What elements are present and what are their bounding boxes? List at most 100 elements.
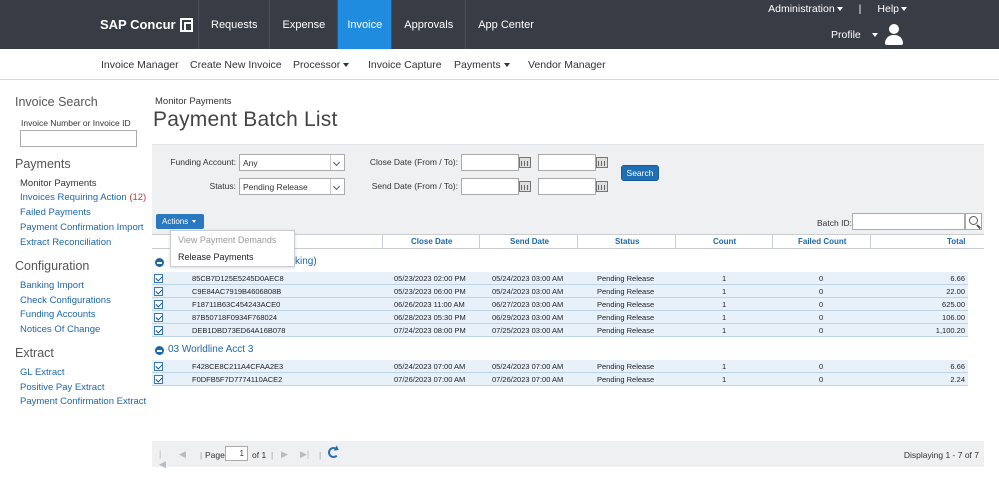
- batch-id-cell[interactable]: C9E84AC7919B4606808B: [192, 287, 281, 296]
- subnav-invoice-manager[interactable]: Invoice Manager: [101, 59, 179, 71]
- calendar-icon[interactable]: [596, 181, 608, 192]
- row-checkbox[interactable]: [154, 313, 163, 322]
- status-cell: Pending Release: [597, 300, 655, 309]
- row-checkbox[interactable]: [154, 287, 163, 296]
- separator: |: [858, 3, 862, 15]
- refresh-icon[interactable]: [328, 447, 339, 458]
- status-select[interactable]: Pending Release: [239, 178, 345, 195]
- table-row[interactable]: 85CB7D125E5245D0AEC8 05/23/2023 02:00 PM…: [152, 272, 968, 285]
- collapse-icon[interactable]: [155, 346, 164, 355]
- close-date-from-input[interactable]: [461, 154, 519, 171]
- sidebar-item-banking-import[interactable]: Banking Import: [20, 280, 84, 291]
- sidebar-item-failed-payments[interactable]: Failed Payments: [20, 207, 91, 218]
- search-button[interactable]: Search: [621, 165, 659, 181]
- subnav-invoice-capture[interactable]: Invoice Capture: [368, 59, 442, 71]
- administration-menu[interactable]: Administration: [768, 3, 843, 15]
- batch-id-cell[interactable]: 87B50718F0934F768024: [192, 313, 277, 322]
- funding-account-select[interactable]: Any: [239, 154, 345, 171]
- logo-text: SAP Concur: [100, 17, 176, 32]
- previous-page-icon[interactable]: ◀: [179, 449, 187, 459]
- table-row[interactable]: F18711B63C454243ACE0 06/26/2023 11:00 AM…: [152, 298, 968, 311]
- status-cell: Pending Release: [597, 375, 655, 384]
- column-count[interactable]: Count: [713, 237, 736, 246]
- tab-requests[interactable]: Requests: [198, 0, 269, 49]
- total-cell: 106.00: [942, 313, 965, 322]
- displaying-count: Displaying 1 - 7 of 7: [903, 450, 979, 460]
- batch-id-cell[interactable]: F428CE8C211A4CFAA2E3: [192, 362, 283, 371]
- tab-expense[interactable]: Expense: [269, 0, 337, 49]
- sidebar-item-extract-reconciliation[interactable]: Extract Reconciliation: [20, 237, 111, 248]
- chevron-down-icon: [330, 155, 344, 170]
- sap-concur-logo[interactable]: SAP Concur: [100, 17, 193, 32]
- table-row[interactable]: 87B50718F0934F768024 06/28/2023 05:30 PM…: [152, 311, 968, 324]
- batch-id-cell[interactable]: DEB1DBD73ED64A16B078: [192, 326, 285, 335]
- subnav-vendor-manager[interactable]: Vendor Manager: [528, 59, 606, 71]
- table-row[interactable]: DEB1DBD73ED64A16B078 07/24/2023 08:00 PM…: [152, 324, 968, 337]
- next-page-icon[interactable]: ▶: [281, 449, 289, 459]
- group-title: 03 Worldline Acct 3: [168, 344, 254, 355]
- page-number-input[interactable]: 1: [225, 446, 248, 461]
- calendar-icon[interactable]: [596, 157, 608, 168]
- chevron-down-icon: [330, 179, 344, 194]
- sidebar-item-payment-confirmation-import[interactable]: Payment Confirmation Import: [20, 222, 144, 233]
- row-checkbox[interactable]: [154, 274, 163, 283]
- tab-approvals[interactable]: Approvals: [391, 0, 465, 49]
- column-status[interactable]: Status: [615, 237, 639, 246]
- calendar-icon[interactable]: [519, 157, 531, 168]
- column-total[interactable]: Total: [947, 237, 966, 246]
- batch-search-button[interactable]: [965, 213, 982, 230]
- close-date-to-input[interactable]: [538, 154, 596, 171]
- column-divider: [577, 235, 578, 248]
- pager-divider: |: [271, 450, 274, 460]
- row-checkbox[interactable]: [154, 362, 163, 371]
- tab-app-center[interactable]: App Center: [465, 0, 546, 49]
- table-row[interactable]: C9E84AC7919B4606808B 05/23/2023 06:00 PM…: [152, 285, 968, 298]
- column-send-date[interactable]: Send Date: [510, 237, 549, 246]
- row-checkbox[interactable]: [154, 326, 163, 335]
- page-count: of 1: [252, 450, 267, 460]
- send-date-from-input[interactable]: [461, 178, 519, 195]
- subnav-create-new-invoice[interactable]: Create New Invoice: [190, 59, 282, 71]
- column-divider: [479, 235, 480, 248]
- row-checkbox[interactable]: [154, 300, 163, 309]
- table-row[interactable]: F428CE8C211A4CFAA2E3 05/24/2023 07:00 AM…: [152, 360, 968, 373]
- subnav-payments[interactable]: Payments: [454, 59, 510, 71]
- close-date-cell: 05/23/2023 06:00 PM: [394, 287, 466, 296]
- count-cell: 1: [722, 313, 727, 322]
- sidebar-item-positive-pay-extract[interactable]: Positive Pay Extract: [20, 382, 104, 393]
- batch-id-input[interactable]: [852, 213, 965, 230]
- actions-button[interactable]: Actions: [156, 214, 204, 229]
- count-cell: 1: [722, 326, 727, 335]
- table-row[interactable]: F0DFB5F7D7774110ACE2 07/26/2023 07:00 AM…: [152, 373, 968, 386]
- sidebar-item-gl-extract[interactable]: GL Extract: [20, 367, 65, 378]
- sidebar-item-payment-confirmation-extract[interactable]: Payment Confirmation Extract: [20, 396, 146, 407]
- sidebar-item-monitor-payments[interactable]: Monitor Payments: [20, 178, 97, 189]
- sidebar-item-invoices-requiring-action[interactable]: Invoices Requiring Action (12): [20, 192, 146, 203]
- help-menu[interactable]: Help: [877, 3, 907, 15]
- invoice-number-label: Invoice Number or Invoice ID: [21, 118, 131, 128]
- processor-label: Processor: [293, 59, 341, 71]
- sidebar-item-notices-of-change[interactable]: Notices Of Change: [20, 324, 100, 335]
- calendar-icon[interactable]: [519, 181, 531, 192]
- collapse-icon[interactable]: [155, 258, 164, 267]
- sidebar-item-funding-accounts[interactable]: Funding Accounts: [20, 309, 96, 320]
- batch-id-cell[interactable]: 85CB7D125E5245D0AEC8: [192, 274, 284, 283]
- subnav-processor[interactable]: Processor: [293, 59, 350, 71]
- sidebar-item-check-configurations[interactable]: Check Configurations: [20, 295, 111, 306]
- profile-menu[interactable]: Profile: [831, 29, 878, 41]
- funding-account-value: Any: [243, 158, 258, 168]
- menu-item-view-payment-demands[interactable]: View Payment Demands: [178, 235, 276, 245]
- column-failed-count[interactable]: Failed Count: [798, 237, 846, 246]
- send-date-to-input[interactable]: [538, 178, 596, 195]
- batch-id-cell[interactable]: F18711B63C454243ACE0: [192, 300, 280, 309]
- invoice-number-input[interactable]: [20, 130, 137, 147]
- row-checkbox[interactable]: [154, 375, 163, 384]
- user-avatar-icon[interactable]: [884, 24, 904, 46]
- tab-invoice[interactable]: Invoice: [337, 0, 392, 49]
- column-close-date[interactable]: Close Date: [411, 237, 452, 246]
- first-page-icon[interactable]: |◀: [159, 449, 167, 469]
- menu-item-release-payments[interactable]: Release Payments: [178, 252, 254, 262]
- column-divider: [382, 235, 383, 248]
- last-page-icon[interactable]: ▶|: [300, 449, 309, 459]
- batch-id-cell[interactable]: F0DFB5F7D7774110ACE2: [192, 375, 282, 384]
